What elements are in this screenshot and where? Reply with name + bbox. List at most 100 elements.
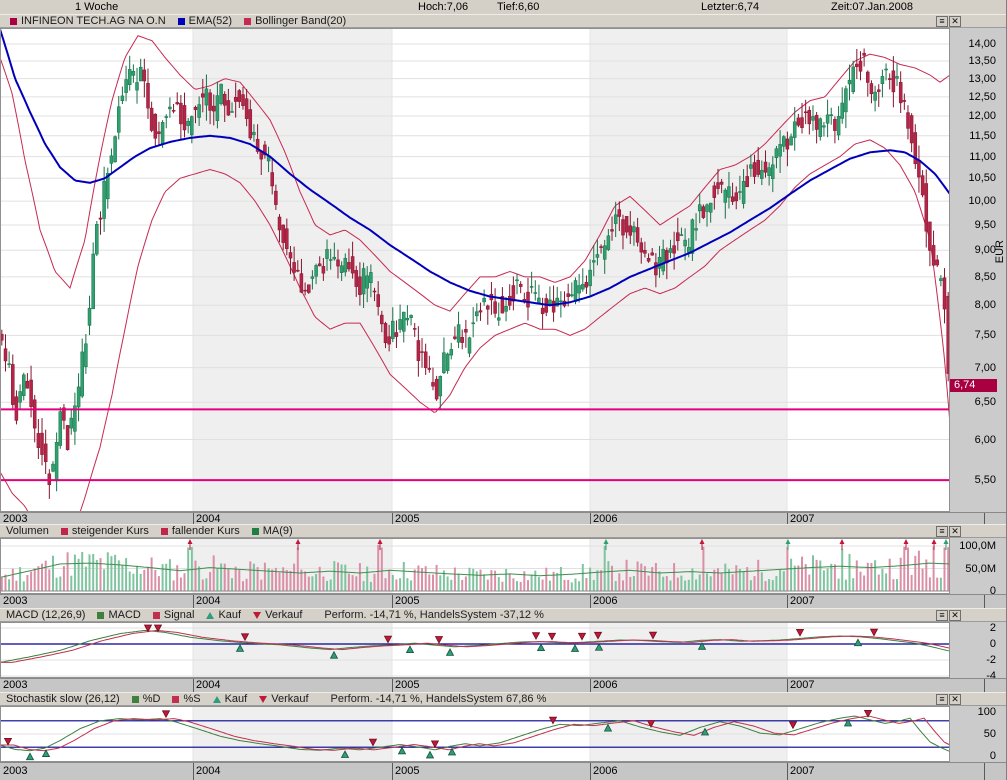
year-label: 2006 bbox=[593, 595, 617, 607]
panel-close-icon[interactable]: ✕ bbox=[949, 610, 961, 621]
buy-label: Kauf bbox=[218, 609, 241, 621]
buy-marker bbox=[407, 646, 414, 653]
price-tick-label: 11,00 bbox=[969, 151, 996, 163]
bollinger-lower-line bbox=[0, 140, 950, 512]
sell-marker-icon bbox=[253, 612, 261, 619]
main-chart-legend-bar: INFINEON TECH.AG NA O.N EMA(52) Bollinge… bbox=[0, 14, 1007, 28]
volume-axis: 100,0M50,0M0 bbox=[950, 538, 1007, 594]
quote-info-bar: 1 Woche Hoch:7,06 Tief:6,60 Letzter:6,74… bbox=[0, 0, 1007, 14]
period-label: 1 Woche bbox=[75, 1, 118, 13]
year-tick bbox=[392, 763, 393, 780]
macd-performance-label: Perform. -14,71 %, HandelsSystem -37,12 … bbox=[324, 609, 543, 621]
macd-tick-label: 2 bbox=[990, 622, 996, 634]
year-label: 2004 bbox=[196, 765, 220, 777]
buy-marker-icon bbox=[206, 612, 214, 619]
buy-marker bbox=[27, 753, 34, 760]
sell-marker bbox=[163, 711, 170, 718]
year-tick bbox=[590, 513, 591, 524]
bollinger-color-chip bbox=[244, 18, 251, 25]
year-tick bbox=[392, 679, 393, 692]
volume-tick-label: 50,0M bbox=[965, 563, 996, 575]
percent-d-chip bbox=[132, 696, 139, 703]
sell-label: Verkauf bbox=[271, 693, 308, 705]
price-chart-plot[interactable] bbox=[0, 28, 950, 512]
chart-application-window: 1 Woche Hoch:7,06 Tief:6,60 Letzter:6,74… bbox=[0, 0, 1007, 780]
year-tick bbox=[984, 595, 985, 608]
year-tick bbox=[193, 595, 194, 608]
year-label: 2005 bbox=[395, 595, 419, 607]
volume-plot[interactable] bbox=[0, 538, 950, 594]
price-tick-label: 13,00 bbox=[968, 73, 996, 85]
year-label: 2006 bbox=[593, 765, 617, 777]
bollinger-upper-line bbox=[0, 36, 950, 311]
macd-line-chip bbox=[97, 612, 104, 619]
time-axis-bottom: 20032004200520062007 bbox=[0, 762, 1007, 780]
price-tick-label: 11,50 bbox=[969, 130, 996, 142]
falling-volume-chip bbox=[161, 528, 168, 535]
volume-spike-arrow bbox=[944, 539, 949, 544]
year-tick bbox=[984, 513, 985, 524]
year-tick bbox=[590, 763, 591, 780]
stochastic-performance-label: Perform. -14,71 %, HandelsSystem 67,86 % bbox=[331, 693, 547, 705]
macd-line-label: MACD bbox=[108, 609, 140, 621]
year-label: 2004 bbox=[196, 595, 220, 607]
panel-menu-icon[interactable]: ≡ bbox=[936, 16, 948, 27]
macd-tick-label: -2 bbox=[986, 654, 996, 666]
macd-signal-line bbox=[0, 631, 950, 663]
price-tick-label: 12,00 bbox=[968, 110, 996, 122]
price-tick-label: 9,00 bbox=[975, 244, 996, 256]
price-tick-label: 13,50 bbox=[968, 55, 996, 67]
stochastic-tick-label: 100 bbox=[978, 706, 996, 718]
signal-line-label: Signal bbox=[164, 609, 195, 621]
volume-spike-arrow bbox=[904, 539, 909, 544]
volume-ma9-line bbox=[0, 563, 950, 577]
panel-close-icon[interactable]: ✕ bbox=[949, 16, 961, 27]
panel-menu-icon[interactable]: ≡ bbox=[936, 526, 948, 537]
sell-marker bbox=[797, 629, 804, 636]
price-tick-label: 10,00 bbox=[968, 195, 996, 207]
high-label: Hoch:7,06 bbox=[418, 1, 468, 13]
stochastic-plot[interactable] bbox=[0, 706, 950, 762]
year-label: 2006 bbox=[593, 679, 617, 691]
sell-marker bbox=[432, 741, 439, 748]
buy-marker bbox=[572, 645, 579, 652]
price-tick-label: 6,50 bbox=[975, 396, 996, 408]
time-label: Zeit:07.Jan.2008 bbox=[831, 1, 913, 13]
year-label: 2003 bbox=[3, 595, 27, 607]
sell-marker bbox=[549, 633, 556, 640]
year-label: 2005 bbox=[395, 765, 419, 777]
panel-menu-icon[interactable]: ≡ bbox=[936, 694, 948, 705]
volume-spike-arrow bbox=[188, 539, 193, 544]
year-label: 2004 bbox=[196, 679, 220, 691]
year-tick bbox=[787, 595, 788, 608]
sell-label: Verkauf bbox=[265, 609, 302, 621]
buy-marker bbox=[447, 649, 454, 656]
volume-ma-chip bbox=[252, 528, 259, 535]
buy-label: Kauf bbox=[225, 693, 248, 705]
buy-marker-icon bbox=[213, 696, 221, 703]
year-tick bbox=[193, 513, 194, 524]
year-tick bbox=[984, 763, 985, 780]
volume-spike-arrow bbox=[932, 539, 937, 544]
bollinger-legend-label: Bollinger Band(20) bbox=[255, 15, 346, 27]
percent-s-label: %S bbox=[183, 693, 200, 705]
year-tick bbox=[193, 679, 194, 692]
ema-color-chip bbox=[178, 18, 185, 25]
year-label: 2003 bbox=[3, 765, 27, 777]
panel-menu-icon[interactable]: ≡ bbox=[936, 610, 948, 621]
macd-plot[interactable] bbox=[0, 622, 950, 678]
volume-legend-bar: Volumen steigender Kurs fallender Kurs M… bbox=[0, 524, 1007, 538]
panel-close-icon[interactable]: ✕ bbox=[949, 694, 961, 705]
buy-marker bbox=[427, 751, 434, 758]
falling-volume-label: fallender Kurs bbox=[172, 525, 240, 537]
year-shading-band bbox=[590, 622, 787, 678]
buy-marker bbox=[399, 747, 406, 754]
sell-marker bbox=[871, 629, 878, 636]
macd-legend-bar: MACD (12,26,9) MACD Signal Kauf Verkauf … bbox=[0, 608, 1007, 622]
sell-marker-icon bbox=[259, 696, 267, 703]
percent-d-label: %D bbox=[143, 693, 161, 705]
year-tick bbox=[984, 679, 985, 692]
volume-spike-arrow bbox=[840, 539, 845, 544]
panel-close-icon[interactable]: ✕ bbox=[949, 526, 961, 537]
last-price-label: Letzter:6,74 bbox=[701, 1, 759, 13]
